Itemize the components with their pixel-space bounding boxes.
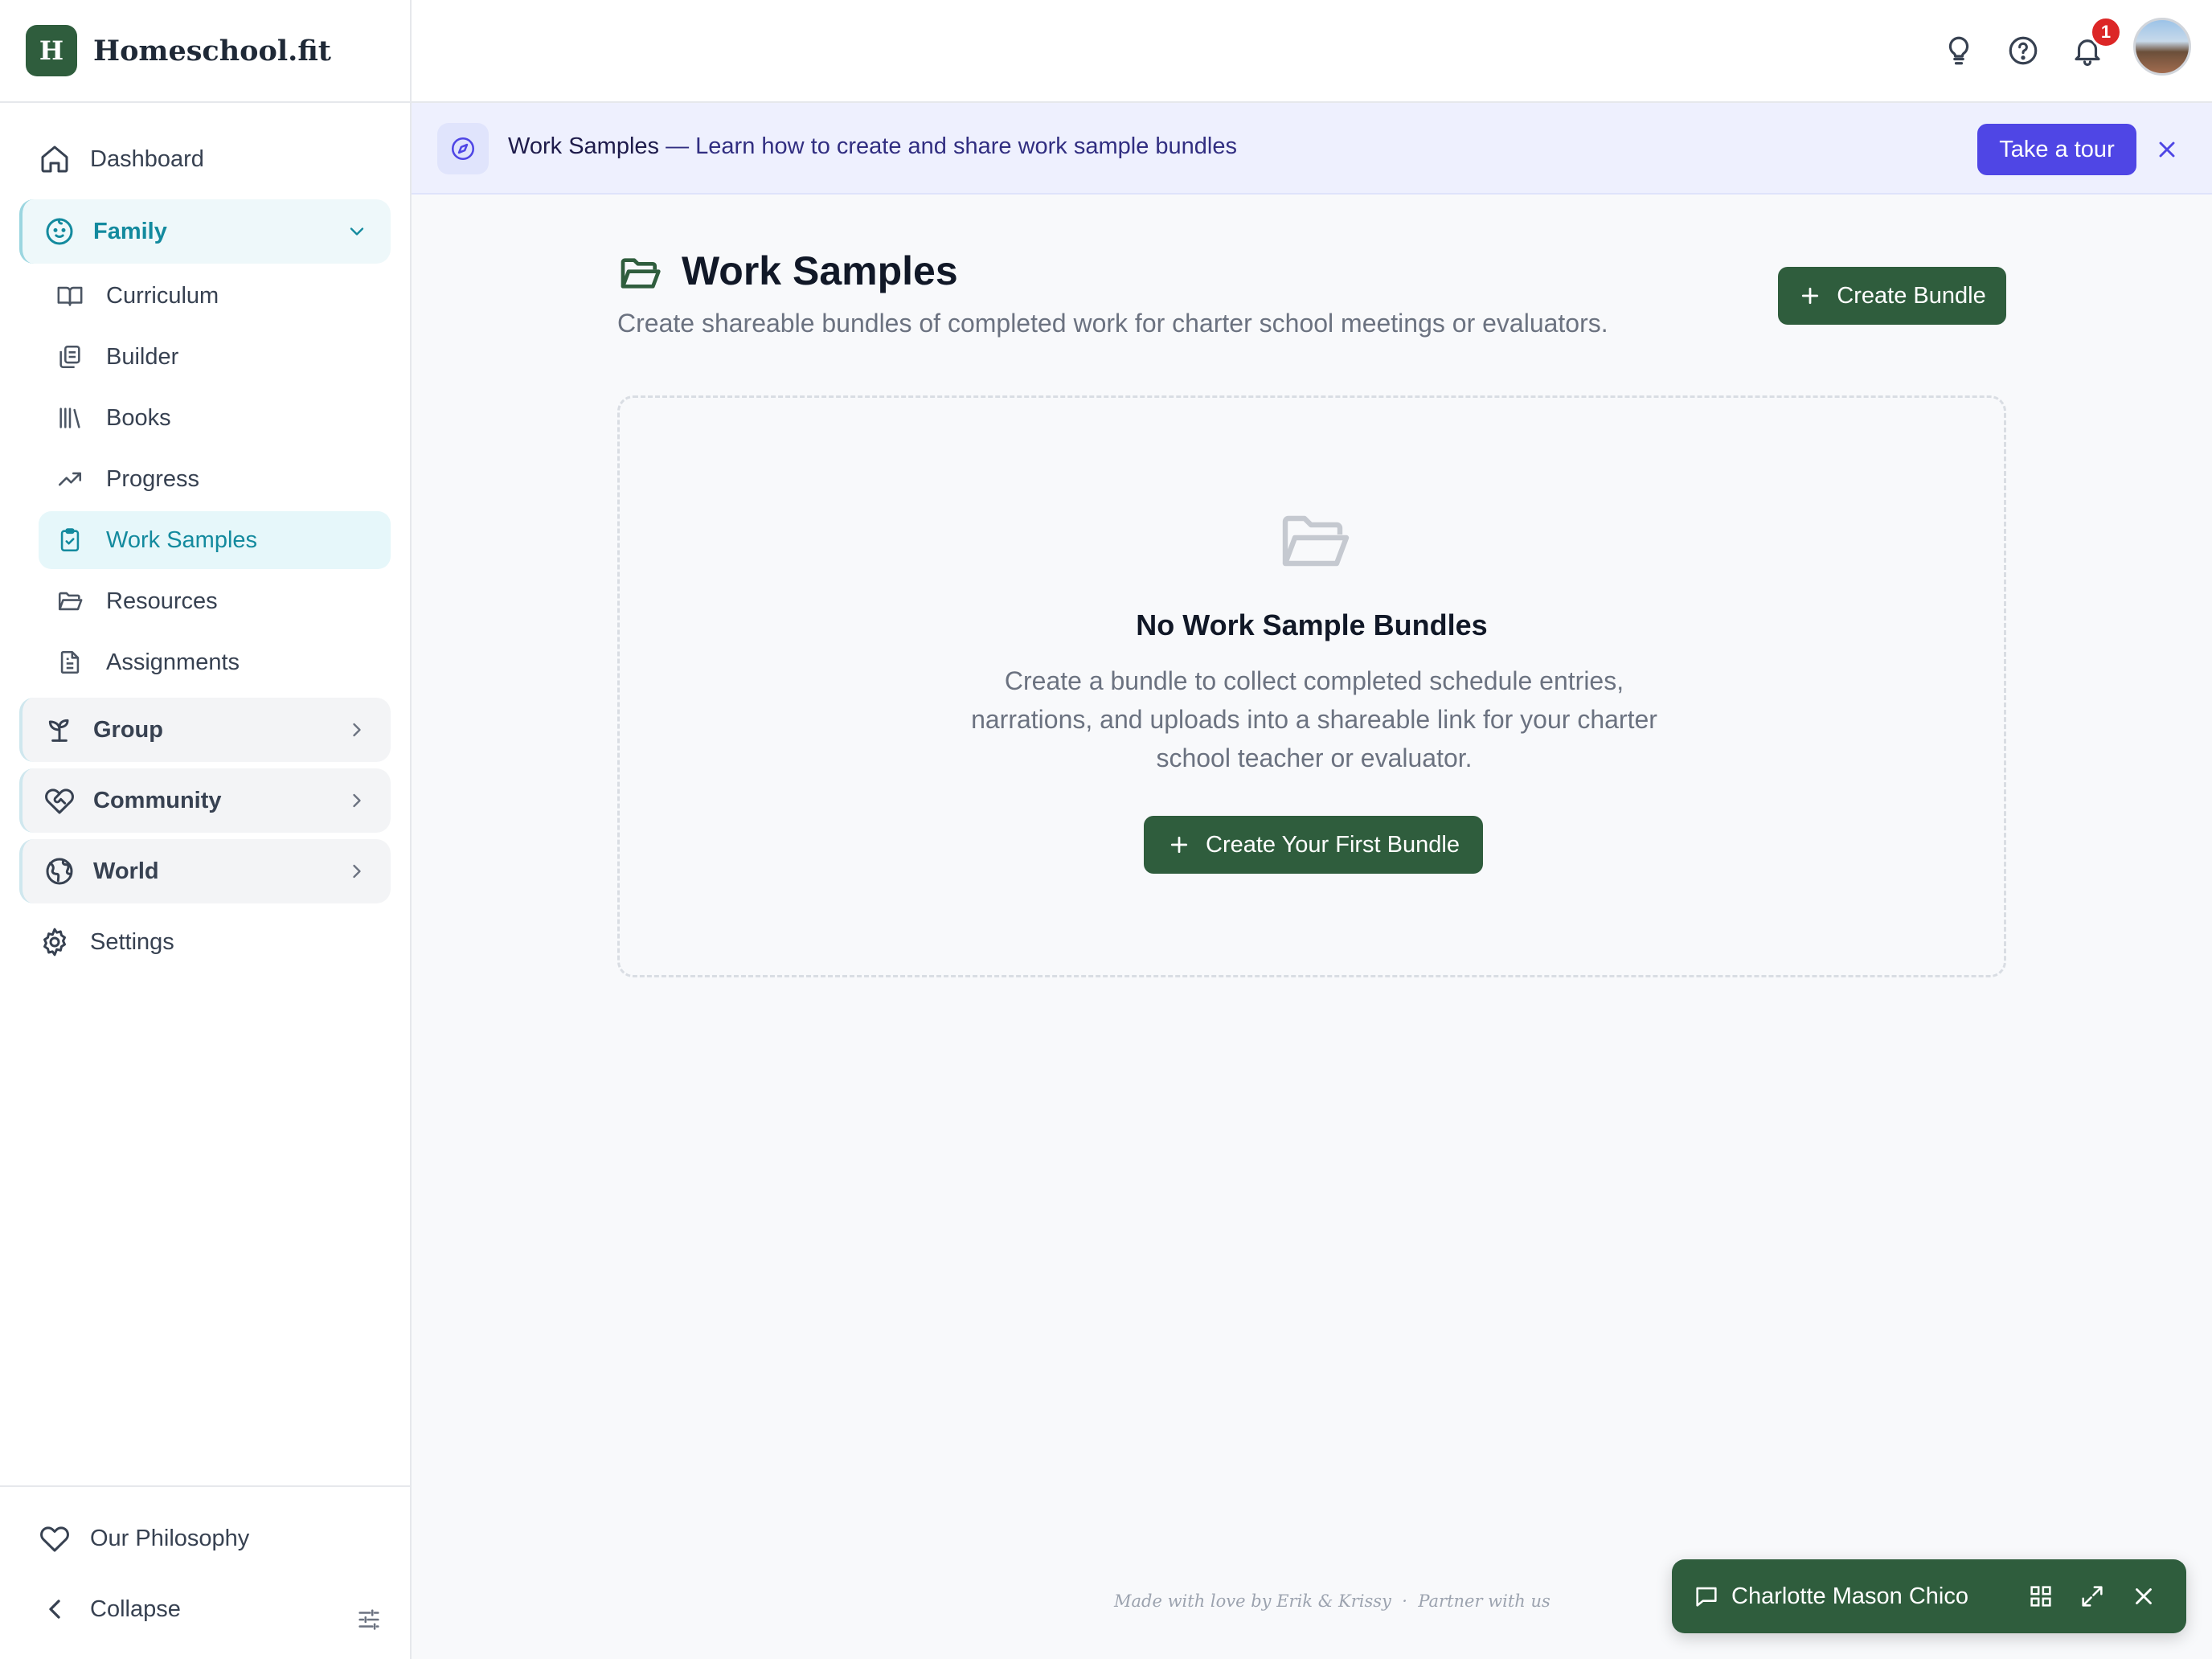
sidebar-item-resources[interactable]: Resources [39, 572, 391, 630]
page-subtitle: Create shareable bundles of completed wo… [617, 309, 1608, 338]
copy-icon [59, 345, 80, 369]
empty-description: Create a bundle to collect completed sch… [971, 666, 1657, 772]
grid-icon[interactable] [2027, 1583, 2054, 1610]
tour-description: — Learn how to create and share work sam… [659, 133, 1237, 159]
sidebar-group-label: Family [93, 218, 167, 244]
sidebar-item-label: Our Philosophy [90, 1525, 250, 1551]
sidebar-item-assignments[interactable]: Assignments [39, 633, 391, 691]
collapse-button[interactable]: Collapse [39, 1582, 181, 1636]
sidebar-group-world[interactable]: World [19, 839, 391, 903]
chevron-down-icon [350, 227, 364, 236]
chevron-right-icon [353, 864, 361, 879]
sidebar-item-progress[interactable]: Progress [39, 450, 391, 508]
folder-open-icon [621, 258, 661, 289]
close-icon[interactable] [2154, 137, 2180, 162]
sidebar-group-community[interactable]: Community [19, 768, 391, 833]
partner-link[interactable]: Partner with us [1418, 1591, 1550, 1611]
brand[interactable]: H Homeschool.fit [0, 0, 410, 103]
collapse-label: Collapse [90, 1596, 181, 1622]
tour-title: Work Samples [508, 133, 660, 159]
footer-note: Made with love by Erik & Krissy · Partne… [1114, 1591, 1550, 1611]
sidebar-item-books[interactable]: Books [39, 389, 391, 447]
footer-separator: · [1402, 1591, 1407, 1611]
chat-title: Charlotte Mason Chico [1731, 1583, 1968, 1609]
lightbulb-icon[interactable] [1942, 34, 1976, 68]
globe-icon [46, 858, 73, 885]
sidebar-group-label: World [93, 858, 159, 884]
sidebar-item-label: Settings [90, 928, 174, 955]
brand-logo: H [26, 25, 77, 76]
tour-icon-container [437, 123, 489, 174]
sidebar-item-settings[interactable]: Settings [39, 915, 174, 969]
made-with-love-text: Made with love by Erik & Krissy [1114, 1591, 1391, 1611]
take-tour-button[interactable]: Take a tour [1977, 124, 2136, 175]
page-title: Work Samples [682, 248, 958, 293]
notification-badge: 1 [2090, 16, 2122, 48]
sidebar-item-our-philosophy[interactable]: Our Philosophy [39, 1511, 249, 1566]
sidebar-item-label: Resources [106, 588, 218, 614]
create-first-bundle-button[interactable]: Create Your First Bundle [1144, 816, 1483, 874]
sliders-icon[interactable] [355, 1606, 383, 1633]
sprout-icon [48, 719, 69, 742]
sidebar-item-label: Books [106, 404, 171, 431]
tour-text: Work Samples — Learn how to create and s… [508, 133, 1237, 160]
folder-open-icon [58, 592, 83, 611]
file-text-icon [60, 650, 80, 674]
sidebar-item-label: Assignments [106, 649, 240, 675]
avatar[interactable] [2133, 18, 2191, 76]
gear-icon [43, 928, 66, 956]
sidebar-item-label: Dashboard [90, 145, 204, 172]
chat-widget[interactable]: Charlotte Mason Chico [1672, 1559, 2186, 1633]
sidebar-footer: Our Philosophy Collapse [0, 1485, 410, 1659]
sidebar-group-label: Group [93, 716, 163, 743]
sidebar-item-dashboard[interactable]: Dashboard [39, 132, 204, 186]
help-icon[interactable] [2006, 34, 2040, 68]
expand-icon[interactable] [2079, 1583, 2106, 1610]
trending-up-icon [58, 472, 82, 486]
book-open-icon [57, 286, 83, 306]
sidebar-item-builder[interactable]: Builder [39, 328, 391, 386]
heart-handshake-icon [45, 789, 74, 814]
button-label: Create Your First Bundle [1206, 831, 1460, 858]
sidebar-item-label: Work Samples [106, 526, 258, 553]
message-square-icon [1696, 1587, 1717, 1607]
chevron-left-icon [49, 1600, 60, 1619]
empty-title: No Work Sample Bundles [1136, 608, 1488, 641]
button-label: Create Bundle [1837, 282, 1986, 309]
heart-icon [40, 1526, 69, 1552]
home-icon [41, 145, 68, 173]
sidebar-item-work-samples[interactable]: Work Samples [39, 511, 391, 569]
baby-face-icon [46, 218, 73, 245]
sidebar-item-curriculum[interactable]: Curriculum [39, 267, 391, 325]
sidebar-item-label: Progress [106, 465, 200, 492]
plus-icon [1170, 836, 1188, 854]
close-icon[interactable] [2130, 1583, 2157, 1610]
sidebar-item-label: Curriculum [106, 282, 219, 309]
sidebar-group-label: Community [93, 787, 222, 813]
clipboard-check-icon [60, 528, 80, 552]
library-icon [59, 408, 80, 428]
sidebar-group-family[interactable]: Family [19, 199, 391, 264]
compass-icon [451, 137, 475, 161]
brand-name: Homeschool.fit [93, 34, 331, 68]
tour-banner: Work Samples — Learn how to create and s… [412, 103, 2212, 195]
sidebar: H Homeschool.fit Dashboard Family Curric… [0, 0, 412, 1659]
create-bundle-button[interactable]: Create Bundle [1778, 267, 2006, 325]
plus-icon [1802, 287, 1819, 305]
folder-open-icon [1282, 515, 1350, 567]
sidebar-item-label: Builder [106, 343, 179, 370]
sidebar-group-group[interactable]: Group [19, 698, 391, 762]
empty-state: No Work Sample Bundles Create a bundle t… [617, 395, 2006, 977]
chevron-right-icon [353, 793, 361, 808]
chevron-right-icon [353, 723, 361, 737]
